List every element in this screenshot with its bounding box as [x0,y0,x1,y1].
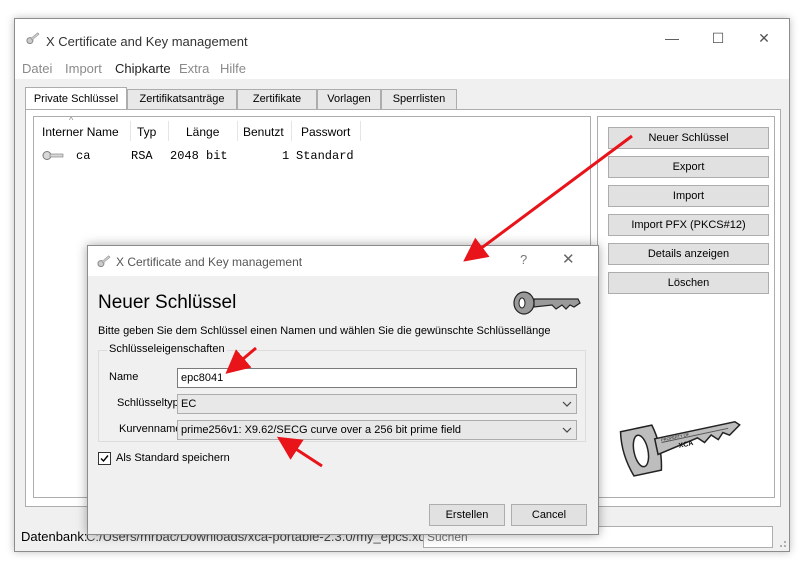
column-header-length[interactable]: Länge [186,125,219,139]
key-icon [513,291,581,315]
name-field[interactable] [177,368,577,388]
menu-bar: Datei Import Chipkarte Extra Hilfe [15,57,789,79]
curve-label: Kurvenname [119,423,182,435]
resize-grip-icon[interactable] [777,538,787,548]
keytype-label: Schlüsseltyp [117,397,179,409]
dialog-heading: Neuer Schlüssel [98,292,237,313]
dialog-close-button[interactable]: ✕ [562,250,575,268]
row-password-cell[interactable]: Standard [296,149,354,163]
column-header-used[interactable]: Benutzt [243,125,284,139]
row-type-cell[interactable]: RSA [131,149,153,163]
column-divider [360,121,361,141]
cancel-button[interactable]: Cancel [511,504,587,526]
key-icon [42,151,64,160]
close-button[interactable]: ✕ [749,27,779,49]
new-key-button[interactable]: Neuer Schlüssel [608,127,769,149]
column-divider [237,121,238,141]
column-divider [130,121,131,141]
keytype-value: EC [181,398,197,410]
key-app-icon [97,255,111,267]
create-button[interactable]: Erstellen [429,504,505,526]
column-divider [168,121,169,141]
tab-revocation-lists[interactable]: Sperrlisten [381,89,457,109]
menu-chipkarte[interactable]: Chipkarte [115,61,171,76]
key-app-icon [26,32,40,44]
database-label: Datenbank: [21,529,88,544]
chevron-down-icon [562,401,572,407]
xca-key-illustration: PROPERTY OF XCA [619,420,741,477]
tab-certificates[interactable]: Zertifikate [237,89,317,109]
chevron-down-icon [562,427,572,433]
default-checkbox[interactable] [98,452,111,465]
maximize-button[interactable]: ☐ [703,27,733,49]
sort-indicator-icon: ^ [69,115,74,125]
group-title: Schlüsseleigenschaften [107,343,227,355]
keytype-select[interactable]: EC [177,394,577,414]
import-button[interactable]: Import [608,185,769,207]
curve-value: prime256v1: X9.62/SECG curve over a 256 … [181,424,462,436]
help-button[interactable]: ? [520,252,527,267]
menu-extra[interactable]: Extra [179,61,209,76]
key-properties-group: Schlüsseleigenschaften Name Schlüsseltyp… [98,343,586,442]
row-name-cell[interactable]: ca [76,149,90,163]
dialog-title: X Certificate and Key management [116,255,303,269]
dialog-description: Bitte geben Sie dem Schlüssel einen Name… [98,325,551,337]
minimize-button[interactable]: — [657,27,687,49]
default-checkbox-label[interactable]: Als Standard speichern [116,452,230,464]
curve-select[interactable]: prime256v1: X9.62/SECG curve over a 256 … [177,420,577,440]
name-label: Name [109,371,139,383]
menu-datei[interactable]: Datei [22,61,52,76]
show-details-button[interactable]: Details anzeigen [608,243,769,265]
column-header-name[interactable]: Interner Name [42,125,119,139]
new-key-dialog: X Certificate and Key management ? ✕ Neu… [87,245,599,535]
column-header-type[interactable]: Typ [137,125,156,139]
row-used-cell[interactable]: 1 [282,149,289,163]
import-pfx-button[interactable]: Import PFX (PKCS#12) [608,214,769,236]
export-button[interactable]: Export [608,156,769,178]
delete-button[interactable]: Löschen [608,272,769,294]
column-header-password[interactable]: Passwort [301,125,350,139]
title-bar: X Certificate and Key management — ☐ ✕ [15,19,789,57]
column-divider [291,121,292,141]
tab-templates[interactable]: Vorlagen [317,89,381,109]
menu-hilfe[interactable]: Hilfe [220,61,246,76]
menu-import[interactable]: Import [65,61,102,76]
tab-requests[interactable]: Zertifikatsanträge [127,89,237,109]
tab-private-keys[interactable]: Private Schlüssel [25,87,127,109]
row-length-cell[interactable]: 2048 bit [170,149,228,163]
window-title: X Certificate and Key management [46,34,248,49]
checkmark-icon [100,455,109,463]
action-panel: Neuer Schlüssel Export Import Import PFX… [597,116,775,498]
dialog-title-bar: X Certificate and Key management ? ✕ [88,246,598,276]
